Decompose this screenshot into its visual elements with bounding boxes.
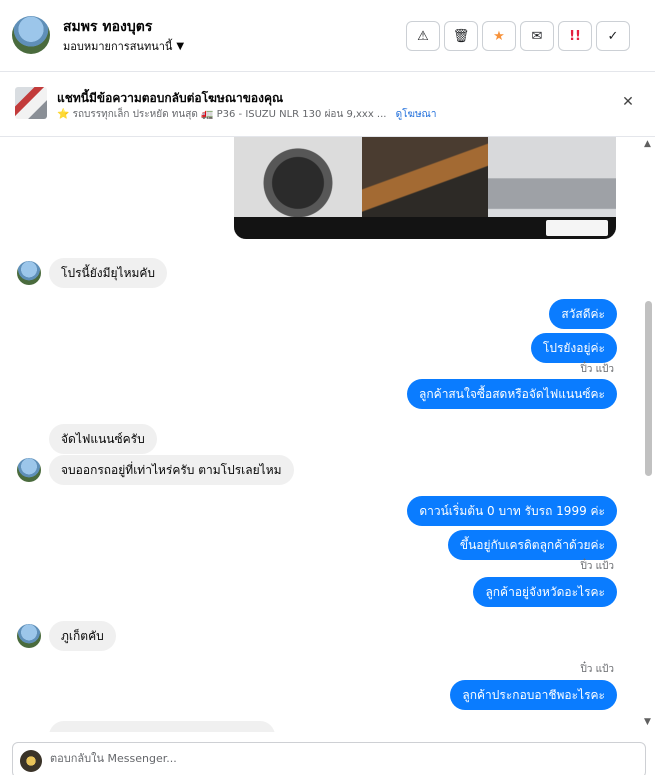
ad-banner-meta: ⭐ รถบรรทุกเล็ก ประหยัด ทนสุด 🚛 P36 - ISU… [57, 107, 436, 122]
contact-name[interactable]: สมพร ทองบุตร [63, 16, 152, 38]
mark-urgent-button[interactable]: !! [558, 21, 592, 51]
caret-down-icon: ▼ [176, 40, 185, 52]
message-bubble-outgoing[interactable]: สวัสดีค่ะ [549, 299, 617, 329]
contact-avatar[interactable] [12, 16, 50, 54]
message-bubble-outgoing[interactable]: ลูกค้าอยู่จังหวัดอะไรคะ [473, 577, 617, 607]
urgent-icon: !! [569, 28, 581, 44]
message-bubble-outgoing[interactable]: ลูกค้าประกอบอาชีพอะไรคะ [450, 680, 617, 710]
assign-conversation-dropdown[interactable]: มอบหมายการสนทนานี้ ▼ [63, 37, 184, 55]
page-avatar [20, 750, 42, 772]
conversation-header: สมพร ทองบุตร มอบหมายการสนทนานี้ ▼ ⚠ 🗑 ★ … [0, 0, 655, 72]
message-bubble-incoming[interactable]: จบออกรถอยู่ที่เท่าไหร่ครับ ตามโปรเลยไหม [49, 455, 294, 485]
star-icon: ★ [493, 28, 505, 44]
header-actions: ⚠ 🗑 ★ ✉ !! ✓ [406, 21, 630, 51]
report-spam-button[interactable]: ⚠ [406, 21, 440, 51]
ad-thumbnail [15, 87, 47, 119]
message-bubble-outgoing[interactable]: ขึ้นอยู่กับเครดิตลูกค้าด้วยค่ะ [447, 530, 617, 560]
message-bubble-incoming[interactable]: ภูเก็ตคับ [49, 621, 116, 651]
delete-button[interactable]: 🗑 [444, 21, 478, 51]
ad-reply-banner: แชทนี้มีข้อความตอบกลับต่อโฆษณาของคุณ ⭐ ร… [0, 72, 655, 137]
scrollbar-thumb[interactable] [645, 301, 652, 476]
sender-label: ปิ๋ว แป้ว [580, 364, 614, 375]
mark-done-button[interactable]: ✓ [596, 21, 630, 51]
sender-label: ปิ๋ว แป้ว [580, 561, 614, 572]
ad-banner-title: แชทนี้มีข้อความตอบกลับต่อโฆษณาของคุณ [57, 91, 284, 105]
mark-unread-button[interactable]: ✉ [520, 21, 554, 51]
scroll-up-icon[interactable]: ▲ [644, 139, 651, 149]
scroll-down-icon[interactable]: ▼ [644, 717, 651, 727]
contact-avatar-small [17, 261, 41, 285]
chat-scrollbar[interactable]: ▲ ▼ [642, 137, 655, 732]
message-bubble-incoming-partial[interactable] [49, 721, 275, 732]
view-ad-link[interactable]: ดูโฆษณา [396, 109, 437, 120]
contact-avatar-small [17, 624, 41, 648]
message-bubble-outgoing[interactable]: ดาวน์เริ่มต้น 0 บาท รับรถ 1999 ค่ะ [407, 496, 617, 526]
dealer-logo [546, 220, 608, 236]
assign-label: มอบหมายการสนทนานี้ [63, 40, 173, 53]
close-icon[interactable]: ✕ [620, 94, 636, 110]
trash-icon: 🗑 [452, 28, 470, 44]
reply-composer [12, 742, 646, 775]
message-bubble-outgoing[interactable]: ลูกค้าสนใจซื้อสดหรือจัดไฟแนนซ์คะ [407, 379, 617, 409]
ad-image-attachment[interactable] [234, 137, 616, 239]
message-bubble-outgoing[interactable]: โปรยังอยู่ค่ะ [530, 333, 617, 363]
ad-description: ⭐ รถบรรทุกเล็ก ประหยัด ทนสุด 🚛 P36 - ISU… [57, 109, 387, 120]
warning-icon: ⚠ [417, 28, 429, 44]
message-thread[interactable]: โปรนี้ยังมียุไหมคับ สวัสดีค่ะ โปรยังอยู่… [0, 137, 642, 732]
message-bubble-incoming[interactable]: โปรนี้ยังมียุไหมคับ [49, 258, 168, 288]
star-button[interactable]: ★ [482, 21, 516, 51]
message-bubble-incoming[interactable]: จัดไฟแนนซ์ครับ [49, 424, 157, 454]
envelope-icon: ✉ [531, 28, 543, 44]
sender-label: ปิ๋ว แป้ว [580, 664, 614, 675]
reply-input[interactable] [50, 752, 610, 765]
check-icon: ✓ [607, 28, 619, 44]
contact-avatar-small [17, 458, 41, 482]
